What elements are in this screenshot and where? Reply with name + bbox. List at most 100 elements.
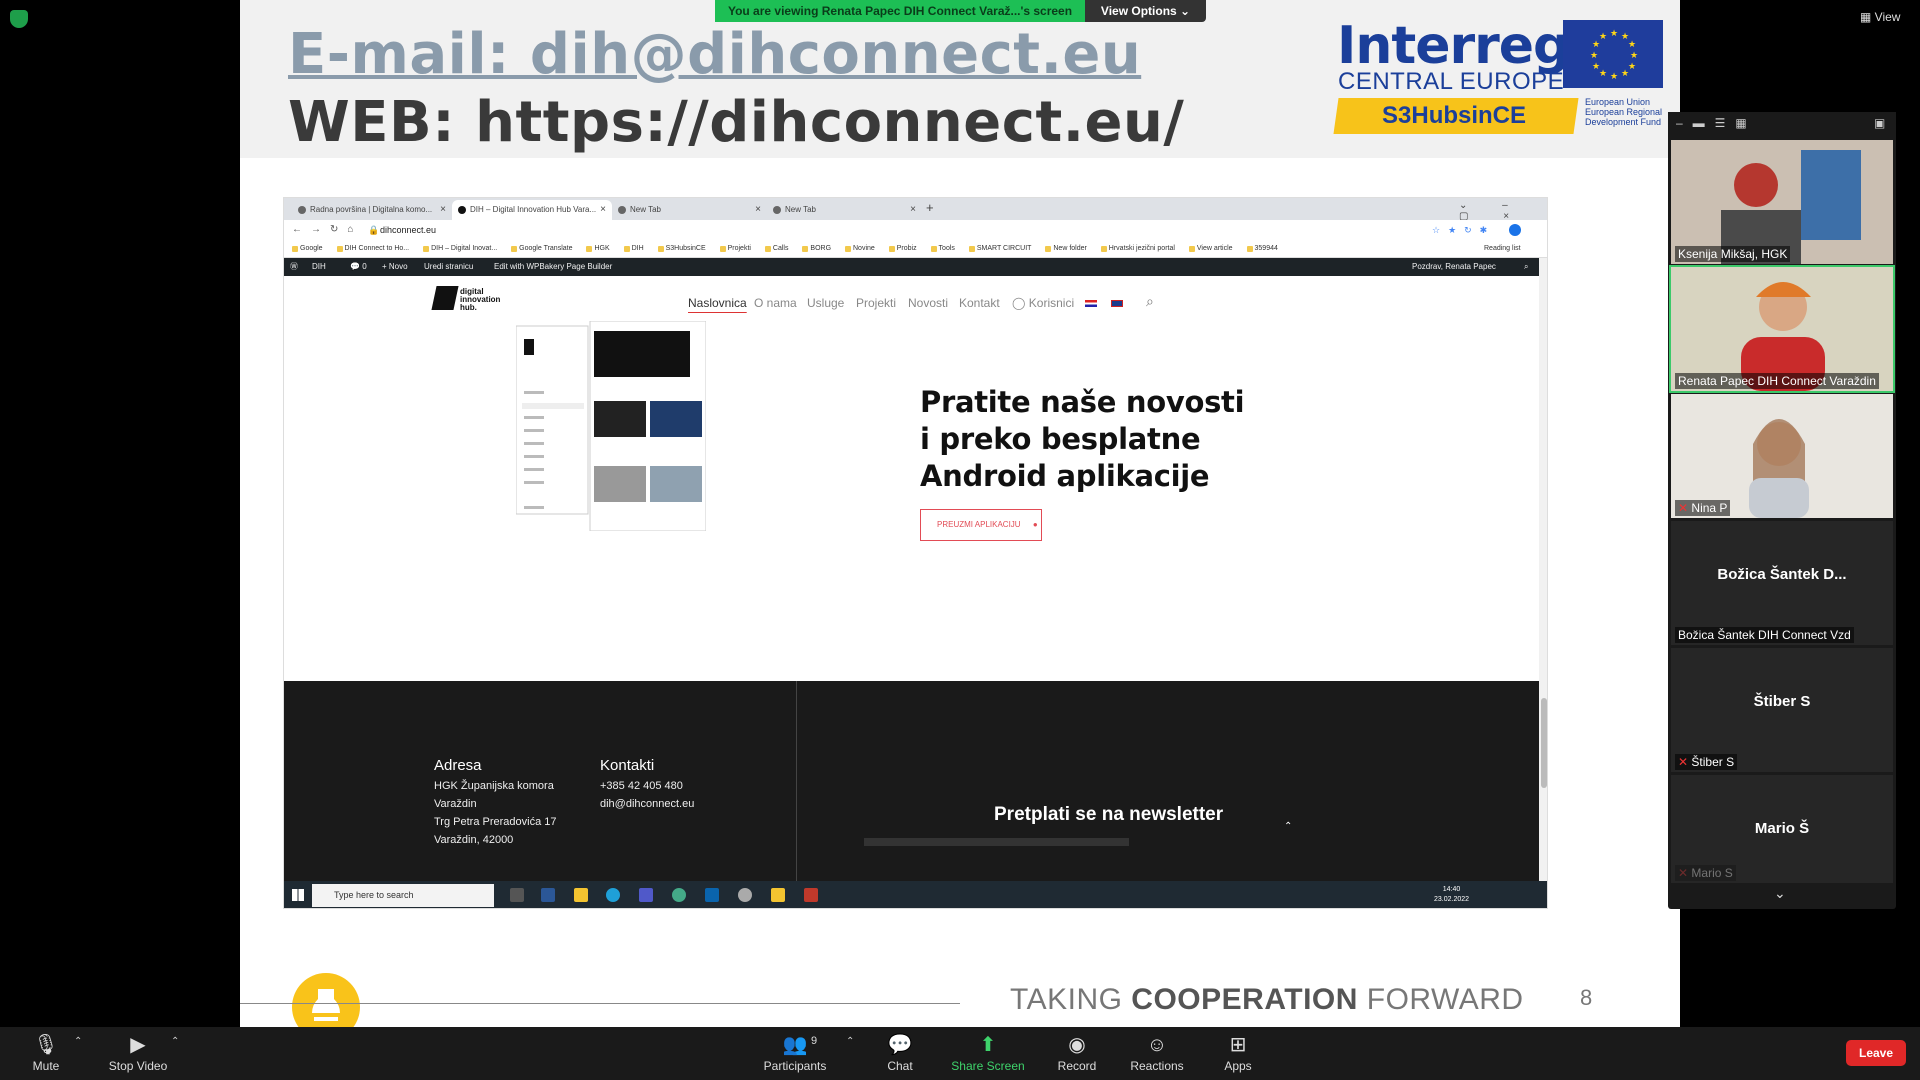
bookmark-item[interactable]: Google: [292, 240, 323, 257]
nav-o-nama[interactable]: O nama: [754, 296, 797, 310]
nav-korisnici[interactable]: ◯ Korisnici: [1012, 296, 1074, 310]
browser-tab-active[interactable]: DIH – Digital Innovation Hub Vara... ×: [452, 200, 612, 220]
nav-usluge[interactable]: Usluge: [807, 296, 844, 310]
explorer-icon[interactable]: [574, 888, 588, 902]
share-screen-button[interactable]: ⬆ Share Screen: [943, 1033, 1033, 1073]
scroll-top-icon[interactable]: ⌃: [1284, 821, 1292, 832]
newsletter-input[interactable]: [864, 838, 1129, 846]
bookmark-item[interactable]: Google Translate: [511, 240, 572, 257]
bookmark-item[interactable]: Calls: [764, 240, 788, 257]
reading-list[interactable]: Reading list: [1484, 240, 1521, 257]
participant-name: ✕ Mario S: [1675, 865, 1736, 881]
site-search-icon[interactable]: ⌕: [1146, 293, 1154, 310]
wp-search-icon[interactable]: ⌕: [1524, 258, 1528, 276]
mute-options-chevron-icon[interactable]: ⌃: [74, 1036, 82, 1047]
browser-tab[interactable]: Radna površina | Digitalna komo... ×: [292, 200, 452, 220]
nav-kontakt[interactable]: Kontakt: [959, 296, 1000, 310]
browser-tab[interactable]: New Tab ×: [612, 200, 767, 220]
wp-greeting[interactable]: Pozdrav, Renata Papec: [1412, 258, 1496, 276]
participants-button[interactable]: 👥 Participants: [750, 1033, 840, 1073]
wordpress-icon[interactable]: Ⓦ: [290, 258, 298, 276]
participant-tile[interactable]: ✕ Nina P: [1671, 394, 1893, 518]
nav-naslovnica[interactable]: Naslovnica: [688, 296, 747, 310]
gallery-scroll-down-icon[interactable]: ⌄: [1774, 885, 1786, 902]
nav-arrows-icon[interactable]: ←→↻⌂: [292, 220, 362, 240]
bookmark-item[interactable]: HGK: [586, 240, 610, 257]
wp-edit-page[interactable]: Uredi stranicu: [424, 258, 473, 276]
view-label: View: [1874, 10, 1901, 24]
participants-options-chevron-icon[interactable]: ⌃: [846, 1036, 854, 1047]
tab-close-icon[interactable]: ×: [600, 200, 606, 220]
edge-icon[interactable]: [606, 888, 620, 902]
participants-gallery: –▬☰▦ ▣ Ksenija Mikšaj, HGK Renata Papec …: [1668, 112, 1896, 909]
powerpoint-icon[interactable]: [804, 888, 818, 902]
bookmark-item[interactable]: Projekti: [719, 240, 751, 257]
flag-en-icon[interactable]: [1111, 300, 1123, 307]
participant-tile[interactable]: Božica Šantek D... Božica Šantek DIH Con…: [1671, 521, 1893, 645]
chrome-icon[interactable]: [672, 888, 686, 902]
reactions-button[interactable]: ☺ Reactions: [1112, 1033, 1202, 1073]
wp-wpbakery[interactable]: Edit with WPBakery Page Builder: [494, 258, 612, 276]
bookmark-item[interactable]: SMART CIRCUIT: [968, 240, 1031, 257]
profile-avatar-icon[interactable]: [1509, 224, 1521, 236]
wp-new-link[interactable]: + Novo: [382, 258, 408, 276]
nav-projekti[interactable]: Projekti: [856, 296, 896, 310]
video-options-chevron-icon[interactable]: ⌃: [171, 1036, 179, 1047]
tab-close-icon[interactable]: ×: [440, 200, 446, 220]
extension-icons[interactable]: ☆★↻✱: [1432, 220, 1495, 240]
chat-button[interactable]: 💬 Chat: [855, 1033, 945, 1073]
sticky-notes-icon[interactable]: [771, 888, 785, 902]
tab-close-icon[interactable]: ×: [755, 200, 761, 220]
zoom-app-icon[interactable]: [738, 888, 752, 902]
stop-video-button[interactable]: ▶ Stop Video: [93, 1033, 183, 1073]
dih-logo-icon[interactable]: [431, 286, 459, 310]
download-app-button[interactable]: PREUZMI APLIKACIJU ●: [920, 509, 1042, 541]
participant-tile[interactable]: Ksenija Mikšaj, HGK: [1671, 140, 1893, 264]
scrollbar-thumb[interactable]: [1541, 698, 1547, 788]
task-view-icon[interactable]: [510, 888, 524, 902]
participant-tile[interactable]: Mario Š ✕ Mario S: [1671, 775, 1893, 883]
bookmark-item[interactable]: DIH: [623, 240, 644, 257]
word-icon[interactable]: [541, 888, 555, 902]
bookmark-item[interactable]: New folder: [1045, 240, 1087, 257]
bookmark-item[interactable]: DIH – Digital Inovat...: [423, 240, 497, 257]
windows-start-icon[interactable]: [292, 889, 304, 901]
gallery-layout-icons[interactable]: –▬☰▦: [1676, 116, 1757, 130]
browser-scrollbar[interactable]: [1539, 258, 1547, 881]
windows-taskbar: Type here to search 14:40 23.02.2022: [284, 881, 1547, 908]
wp-site-link[interactable]: DIH: [312, 258, 326, 276]
browser-tab[interactable]: New Tab ×: [767, 200, 922, 220]
flag-hr-icon[interactable]: [1085, 300, 1097, 307]
bookmark-item[interactable]: Probiz: [888, 240, 917, 257]
bookmark-item[interactable]: Tools: [930, 240, 955, 257]
url-field[interactable]: dihconnect.eu: [380, 220, 436, 240]
bookmark-item[interactable]: Novine: [845, 240, 875, 257]
taskbar-search[interactable]: Type here to search: [312, 884, 494, 907]
bookmark-item[interactable]: 359944: [1246, 240, 1278, 257]
bookmark-item[interactable]: Hrvatski jezični portal: [1100, 240, 1175, 257]
record-button[interactable]: ◉ Record: [1032, 1033, 1122, 1073]
phone-mockup: [515, 320, 707, 532]
apps-button[interactable]: ⊞ Apps: [1193, 1033, 1283, 1073]
participant-tile-active-speaker[interactable]: Renata Papec DIH Connect Varaždin: [1669, 265, 1895, 393]
share-screen-icon: ⬆: [979, 1034, 997, 1056]
participant-tile[interactable]: Štiber S ✕ Štiber S: [1671, 648, 1893, 772]
nav-novosti[interactable]: Novosti: [908, 296, 948, 310]
bookmark-item[interactable]: View article: [1188, 240, 1233, 257]
teams-icon[interactable]: [639, 888, 653, 902]
taskbar-clock[interactable]: 14:40 23.02.2022: [1434, 885, 1469, 905]
wp-comments[interactable]: 💬 0: [350, 258, 367, 276]
tab-close-icon[interactable]: ×: [910, 200, 916, 220]
view-button[interactable]: ▦ View: [1860, 10, 1900, 24]
new-tab-icon[interactable]: +: [926, 200, 934, 215]
gallery-options-icon[interactable]: ▣: [1874, 116, 1885, 130]
participant-name: ✕ Štiber S: [1675, 754, 1738, 770]
window-controls[interactable]: ⌄ – ▢ ×: [1459, 200, 1547, 222]
bookmark-item[interactable]: S3HubsinCE: [657, 240, 706, 257]
view-options-button[interactable]: View Options ⌄: [1085, 0, 1206, 22]
bookmark-item[interactable]: BORG: [802, 240, 831, 257]
outlook-icon[interactable]: [705, 888, 719, 902]
security-shield-icon[interactable]: [10, 10, 28, 28]
bookmark-item[interactable]: DIH Connect to Ho...: [336, 240, 409, 257]
leave-button[interactable]: Leave: [1846, 1040, 1906, 1066]
